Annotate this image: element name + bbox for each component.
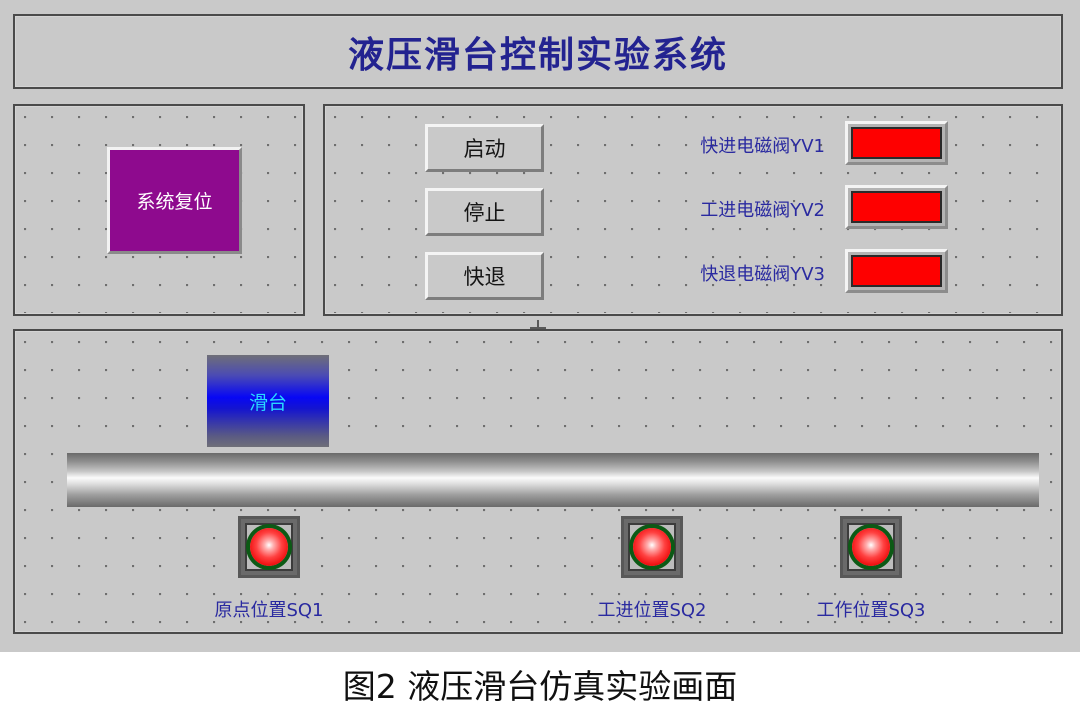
sensor-label-sq3: 工作位置SQ3	[816, 600, 926, 621]
page-title: 液压滑台控制实验系统	[347, 34, 728, 76]
sensor-label-sq1: 原点位置SQ1	[214, 600, 324, 621]
system-reset-button[interactable]: 系统复位	[107, 147, 242, 254]
lamp-icon	[633, 528, 671, 566]
valve-indicator-yv1[interactable]	[845, 121, 948, 165]
title-panel: 液压滑台控制实验系统	[13, 14, 1063, 89]
valve-indicator-yv3[interactable]	[845, 249, 948, 293]
valve-label-yv3: 快退电磁阀YV3	[700, 264, 825, 285]
position-sensor-sq2-body	[628, 523, 676, 571]
figure-caption: 图2 液压滑台仿真实验画面	[342, 667, 738, 706]
sensor-label-sq2: 工进位置SQ2	[597, 600, 707, 621]
position-sensor-sq1[interactable]	[238, 516, 300, 578]
stop-button[interactable]: 停止	[425, 188, 544, 236]
position-sensor-sq1-body	[245, 523, 293, 571]
valve-label-yv1: 快进电磁阀YV1	[700, 136, 825, 157]
simulation-panel: 滑台 原点位置SQ1 工进位置SQ2 工作位置SQ3	[13, 329, 1063, 634]
hydraulic-rail	[67, 453, 1039, 507]
fast-retract-button[interactable]: 快退	[425, 252, 544, 300]
slide-table-block[interactable]: 滑台	[207, 355, 329, 447]
position-sensor-sq3[interactable]	[840, 516, 902, 578]
valve-indicator-yv3-light	[851, 255, 942, 287]
hmi-screen: 液压滑台控制实验系统 系统复位 启动 停止 快退 快进电磁阀YV1 工进电磁阀Y…	[0, 0, 1080, 652]
start-button[interactable]: 启动	[425, 124, 544, 172]
position-sensor-sq2[interactable]	[621, 516, 683, 578]
valve-indicator-yv1-light	[851, 127, 942, 159]
reset-panel: 系统复位	[13, 104, 305, 316]
position-sensor-sq3-body	[847, 523, 895, 571]
valve-label-yv2: 工进电磁阀YV2	[700, 200, 825, 221]
control-panel: 启动 停止 快退 快进电磁阀YV1 工进电磁阀YV2 快退电磁阀YV3	[323, 104, 1063, 316]
valve-indicator-yv2-light	[851, 191, 942, 223]
lamp-icon	[852, 528, 890, 566]
lamp-icon	[250, 528, 288, 566]
valve-indicator-yv2[interactable]	[845, 185, 948, 229]
